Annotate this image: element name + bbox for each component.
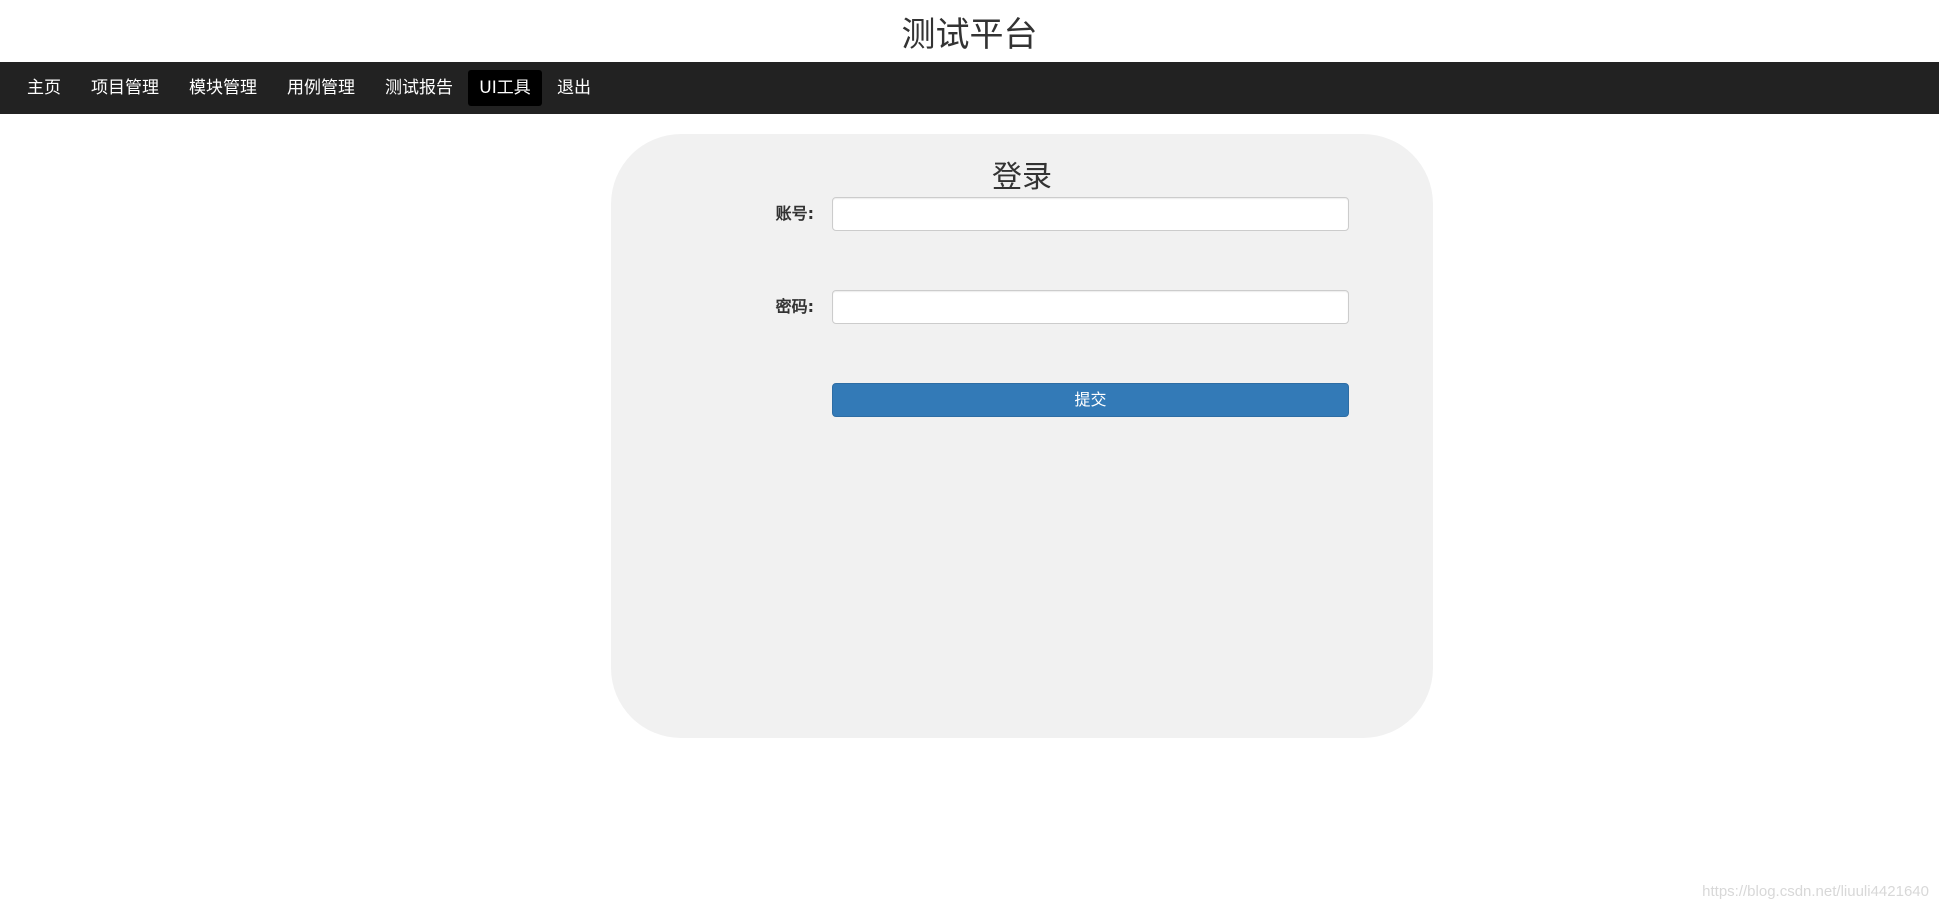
login-title: 登录 xyxy=(992,160,1052,195)
nav-item-logout[interactable]: 退出 xyxy=(548,70,600,106)
watermark-text: https://blog.csdn.net/liuuli4421640 xyxy=(1702,883,1929,900)
nav-item-ui-tools[interactable]: UI工具 xyxy=(468,70,542,106)
password-label: 密码: xyxy=(775,297,814,316)
site-title: 测试平台 xyxy=(901,15,1038,55)
nav-item-home[interactable]: 主页 xyxy=(14,70,74,106)
top-navbar: 主页 项目管理 模块管理 用例管理 测试报告 UI工具 退出 xyxy=(0,62,1939,114)
account-input[interactable] xyxy=(832,197,1349,231)
account-label: 账号: xyxy=(775,204,814,223)
nav-item-reports[interactable]: 测试报告 xyxy=(374,70,464,106)
password-input[interactable] xyxy=(832,290,1349,324)
nav-item-projects[interactable]: 项目管理 xyxy=(80,70,170,106)
submit-button[interactable]: 提交 xyxy=(832,383,1349,417)
nav-item-cases[interactable]: 用例管理 xyxy=(276,70,366,106)
nav-item-modules[interactable]: 模块管理 xyxy=(178,70,268,106)
login-panel: 登录 账号: 密码: 提交 xyxy=(611,134,1433,738)
